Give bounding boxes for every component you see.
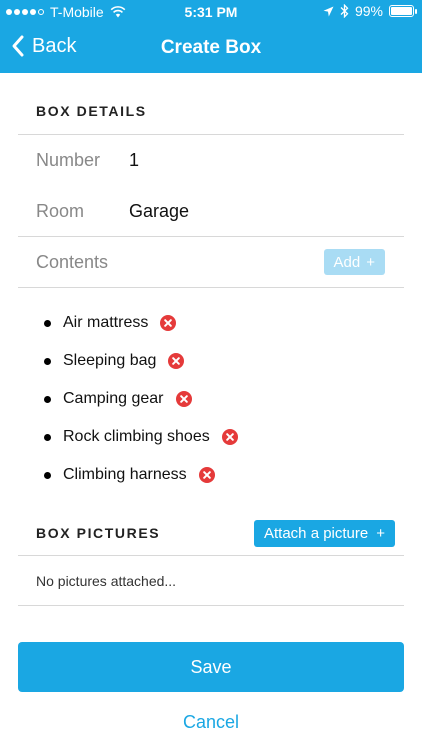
contents-label: Contents [36,251,109,272]
save-button[interactable]: Save [18,642,404,692]
status-bar: T-Mobile 5:31 PM 99% [0,0,422,24]
page-title: Create Box [160,37,262,58]
bullet-icon [44,433,51,441]
room-value[interactable]: Garage [129,201,189,222]
remove-icon[interactable] [221,429,238,445]
list-item: Air mattress [44,304,238,342]
room-field[interactable]: Room Garage [36,199,386,223]
status-right: 99% [323,3,417,19]
box-details-heading: BOX DETAILS [36,103,147,119]
divider [18,287,404,288]
bullet-icon [44,395,51,403]
list-item: Climbing harness [44,456,238,494]
divider [18,605,404,606]
box-pictures-heading: BOX PICTURES [36,525,161,541]
add-label: Add [333,253,361,271]
number-label: Number [36,149,101,170]
number-value[interactable]: 1 [129,150,139,171]
divider [18,134,404,135]
content-item-label: Climbing harness [63,466,187,483]
save-label: Save [190,656,232,677]
plus-icon: + [376,525,385,542]
remove-icon[interactable] [198,467,215,483]
content-item-label: Sleeping bag [63,352,157,369]
bullet-icon [44,319,51,327]
remove-icon[interactable] [160,315,177,331]
divider [18,555,404,556]
add-content-button[interactable]: Add + [323,249,385,275]
contents-list: Air mattress Sleeping bag Camping gear R… [44,304,238,494]
battery-icon [389,5,417,17]
number-field[interactable]: Number 1 [36,148,386,172]
empty-pictures-text: No pictures attached... [36,573,177,589]
bullet-icon [44,471,51,479]
battery-fill [391,7,412,15]
remove-icon[interactable] [175,391,192,407]
content-item-label: Air mattress [63,314,149,331]
room-label: Room [36,200,85,221]
navigation-bar: Back Create Box [0,24,422,73]
location-arrow-icon [323,6,334,16]
list-item: Rock climbing shoes [44,418,238,456]
attach-picture-button[interactable]: Attach a picture + [254,520,395,547]
battery-percentage: 99% [354,3,383,19]
divider [18,236,404,237]
plus-icon: + [366,253,375,271]
remove-icon[interactable] [168,353,185,369]
content-item-label: Rock climbing shoes [63,428,210,445]
cancel-button[interactable]: Cancel [0,712,422,733]
top-bar: T-Mobile 5:31 PM 99% Back Create Box [0,0,422,73]
list-item: Sleeping bag [44,342,238,380]
bullet-icon [44,357,51,365]
content-item-label: Camping gear [63,390,164,407]
bluetooth-icon [340,4,349,18]
list-item: Camping gear [44,380,238,418]
attach-label: Attach a picture [264,525,369,542]
